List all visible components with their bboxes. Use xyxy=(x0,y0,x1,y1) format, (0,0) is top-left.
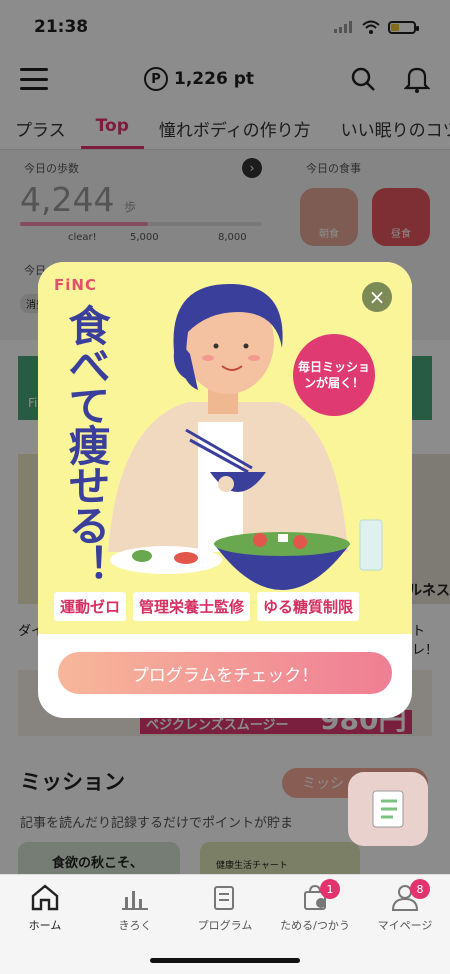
nav-home[interactable]: ホーム xyxy=(0,883,90,933)
nav-points-badge: 1 xyxy=(320,879,340,899)
nav-mypage[interactable]: 8 マイページ xyxy=(360,879,450,933)
notebook-pen-icon xyxy=(214,886,234,910)
home-indicator xyxy=(150,958,300,963)
chart-icon xyxy=(122,891,148,910)
tag-no-exercise: 運動ゼロ xyxy=(54,592,127,621)
feature-tags: 運動ゼロ 管理栄養士監修 ゆる糖質制限 xyxy=(54,592,360,621)
nav-program[interactable]: プログラム xyxy=(180,883,270,933)
check-program-button[interactable]: プログラムをチェック！ xyxy=(58,652,392,694)
promo-modal: FiNC × 食べて痩せる！ 毎日ミッションが届く！ 運動ゼロ 管理栄養士監修 … xyxy=(38,262,412,718)
close-button[interactable]: × xyxy=(362,282,392,312)
nav-mypage-label: マイページ xyxy=(377,919,433,932)
nav-points-label: ためる/つかう xyxy=(280,919,350,932)
tag-dietitian: 管理栄養士監修 xyxy=(133,592,251,621)
nav-home-label: ホーム xyxy=(28,919,62,932)
nav-record[interactable]: きろく xyxy=(90,883,180,933)
finc-logo: FiNC xyxy=(54,276,97,294)
nav-program-label: プログラム xyxy=(197,919,253,932)
nav-mypage-badge: 8 xyxy=(410,879,430,899)
checklist-icon xyxy=(372,790,404,828)
mission-badge: 毎日ミッションが届く！ xyxy=(293,334,375,416)
nav-points[interactable]: 1 ためる/つかう xyxy=(270,879,360,933)
floating-mission-card[interactable] xyxy=(348,772,428,846)
tag-low-carb: ゆる糖質制限 xyxy=(257,592,360,621)
nav-record-label: きろく xyxy=(118,919,152,932)
home-icon xyxy=(31,884,59,911)
